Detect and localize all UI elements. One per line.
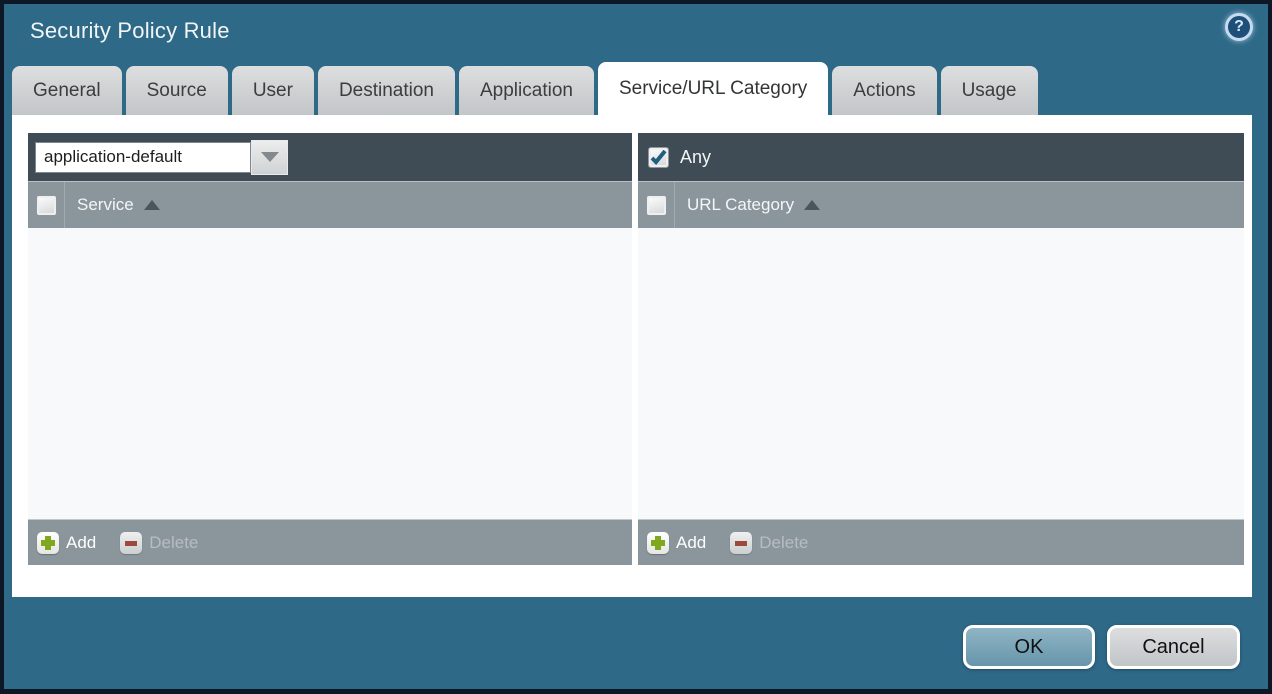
- url-category-delete-label: Delete: [759, 533, 808, 553]
- plus-icon: [37, 532, 59, 554]
- dialog-title: Security Policy Rule: [30, 18, 230, 44]
- service-select-all-checkbox[interactable]: [36, 195, 57, 216]
- tab-general[interactable]: General: [12, 66, 122, 115]
- service-delete-button[interactable]: Delete: [120, 532, 198, 554]
- cancel-button[interactable]: Cancel: [1107, 625, 1240, 669]
- any-label: Any: [680, 147, 711, 168]
- url-category-column-label: URL Category: [687, 195, 794, 215]
- service-table-footer: Add Delete: [28, 520, 632, 565]
- plus-icon: [647, 532, 669, 554]
- service-column-label: Service: [77, 195, 134, 215]
- help-icon[interactable]: ?: [1225, 13, 1253, 41]
- sort-ascending-icon: [804, 200, 820, 210]
- tab-user[interactable]: User: [232, 66, 314, 115]
- tab-actions[interactable]: Actions: [832, 66, 936, 115]
- checkmark-icon: [650, 150, 667, 165]
- url-category-any-toggle[interactable]: Any: [645, 147, 711, 168]
- service-add-button[interactable]: Add: [37, 532, 96, 554]
- service-table-header: Service: [28, 181, 632, 228]
- service-table-body[interactable]: [28, 228, 632, 520]
- url-category-table-body[interactable]: [638, 228, 1244, 520]
- tab-content-service-url-category: application-default Service: [12, 115, 1252, 597]
- screenshot-frame: Security Policy Rule ? General Source Us…: [0, 0, 1272, 694]
- minus-icon: [120, 532, 142, 554]
- chevron-down-icon: [261, 152, 279, 162]
- service-select-all-cell: [28, 182, 65, 228]
- security-policy-rule-dialog: Security Policy Rule ? General Source Us…: [4, 4, 1268, 689]
- tab-destination[interactable]: Destination: [318, 66, 455, 115]
- tab-application[interactable]: Application: [459, 66, 594, 115]
- url-category-table-footer: Add Delete: [638, 520, 1244, 565]
- url-category-select-all-cell: [638, 182, 675, 228]
- minus-icon: [730, 532, 752, 554]
- url-category-column-sort[interactable]: URL Category: [675, 182, 820, 228]
- tab-bar: General Source User Destination Applicat…: [12, 62, 1038, 115]
- sort-ascending-icon: [144, 200, 160, 210]
- service-panel: application-default Service: [28, 133, 632, 565]
- service-type-dropdown-value[interactable]: application-default: [35, 142, 251, 173]
- url-category-table-header: URL Category: [638, 181, 1244, 228]
- service-type-dropdown-button[interactable]: [251, 140, 288, 175]
- service-delete-label: Delete: [149, 533, 198, 553]
- url-category-add-label: Add: [676, 533, 706, 553]
- url-category-delete-button[interactable]: Delete: [730, 532, 808, 554]
- tab-service-url-category[interactable]: Service/URL Category: [598, 62, 828, 115]
- service-panel-topbar: application-default: [28, 133, 632, 181]
- ok-button[interactable]: OK: [963, 625, 1095, 669]
- any-checkbox[interactable]: [648, 147, 669, 168]
- url-category-add-button[interactable]: Add: [647, 532, 706, 554]
- service-column-sort[interactable]: Service: [65, 182, 160, 228]
- url-category-select-all-checkbox[interactable]: [646, 195, 667, 216]
- service-add-label: Add: [66, 533, 96, 553]
- service-type-dropdown[interactable]: application-default: [35, 140, 288, 175]
- url-category-panel-topbar: Any: [638, 133, 1244, 181]
- url-category-panel: Any URL Category Add: [638, 133, 1244, 565]
- tab-usage[interactable]: Usage: [941, 66, 1038, 115]
- tab-source[interactable]: Source: [126, 66, 228, 115]
